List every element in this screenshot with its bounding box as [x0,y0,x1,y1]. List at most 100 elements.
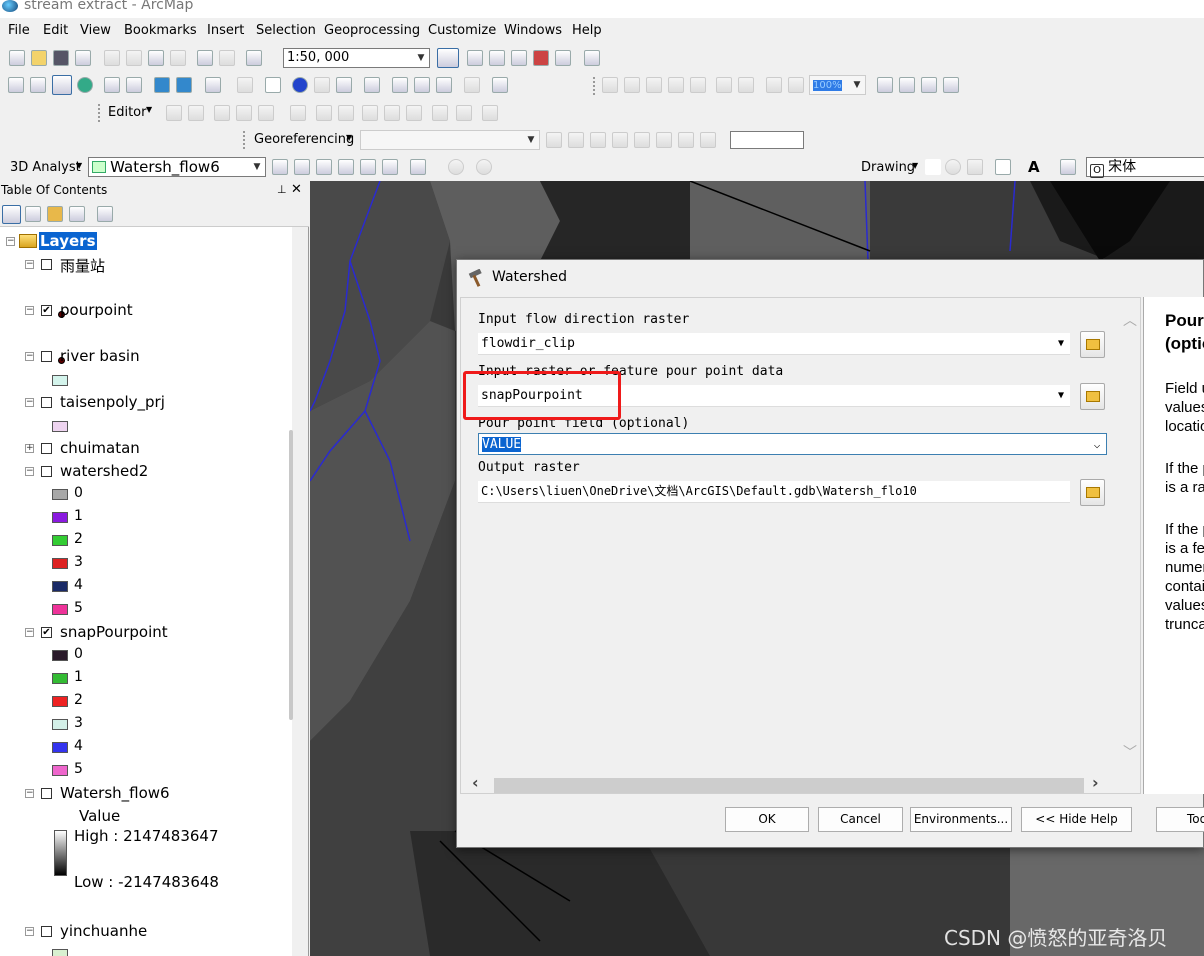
environments-button[interactable]: Environments... [910,807,1012,832]
browse-pour-point-button[interactable] [1080,383,1105,410]
menu-windows[interactable]: Windows [504,23,562,38]
layout-fixed-zoom-in-icon[interactable] [716,77,732,93]
toggle-draft-mode-icon[interactable] [877,77,893,93]
layer-visibility-checkbox[interactable] [41,351,52,362]
clear-selection-icon[interactable] [237,77,253,93]
collapse-icon[interactable]: − [25,306,34,315]
toolbar-grip[interactable] [98,104,102,122]
data-frame-name[interactable]: Layers [39,232,97,250]
collapse-icon[interactable]: − [25,927,34,936]
layout-back-icon[interactable] [766,77,782,93]
layer-row-watershed2[interactable]: − watershed2 [0,460,290,483]
go-to-xy-icon[interactable] [436,77,452,93]
menu-edit[interactable]: Edit [43,23,68,38]
list-by-visibility-icon[interactable] [47,206,63,222]
straight-segment-icon[interactable] [214,105,230,121]
select-elements-arrow-icon[interactable] [265,77,281,93]
layer-row-taisenpoly[interactable]: − taisenpoly_prj [0,391,290,414]
arcscene-icon[interactable] [448,159,464,175]
redo-icon[interactable] [219,50,235,66]
browse-flow-direction-button[interactable] [1080,331,1105,358]
layer-name[interactable]: river basin [60,347,140,365]
contour-icon[interactable] [272,159,288,175]
layer-row-pourpoint[interactable]: − ✔ pourpoint [0,299,290,322]
identify-icon[interactable] [292,77,308,93]
menu-file[interactable]: File [8,23,30,38]
collapse-icon[interactable]: − [25,398,34,407]
font-combo[interactable]: O 宋体 [1086,157,1204,178]
menu-insert[interactable]: Insert [207,23,244,38]
cut-icon[interactable] [104,50,120,66]
focus-data-frame-icon[interactable] [899,77,915,93]
options-icon[interactable] [97,206,113,222]
link-table-icon[interactable] [678,132,694,148]
paste-icon[interactable] [148,50,164,66]
full-extent-globe-icon[interactable] [77,77,93,93]
editor-menu[interactable]: Editor [108,105,146,120]
cut-polygons-icon[interactable] [362,105,378,121]
collapse-icon[interactable]: − [25,352,34,361]
html-popup-icon[interactable] [336,77,352,93]
edit-vertices-drawing-icon[interactable] [1060,159,1076,175]
data-frame-layers[interactable]: − Layers [0,230,290,253]
layer-row-watersh-flow6[interactable]: − Watersh_flow6 [0,782,290,805]
3d-analyst-menu[interactable]: 3D Analyst [10,160,81,175]
toc-scrollbar-thumb[interactable] [289,430,293,720]
zoom-in-icon[interactable] [8,77,24,93]
layer-name[interactable]: Watersh_flow6 [60,784,170,802]
hide-help-button[interactable]: << Hide Help [1021,807,1132,832]
layer-combo[interactable]: Watersh_flow6 ▼ [88,157,266,177]
end-point-arc-icon[interactable] [236,105,252,121]
viewer-icon[interactable] [656,132,672,148]
new-document-icon[interactable] [9,50,25,66]
sketch-properties-icon[interactable] [456,105,472,121]
trace-icon[interactable] [258,105,274,121]
close-icon[interactable]: ✕ [291,182,302,197]
hyperlink-icon[interactable] [314,77,330,93]
form-horizontal-scrollbar[interactable]: ‹ › [462,773,1120,795]
python-window-icon[interactable] [555,50,571,66]
catalog-icon[interactable] [489,50,505,66]
pour-point-field-combo[interactable]: VALUE ⌵ [478,433,1107,455]
interpolate-line-icon[interactable] [316,159,332,175]
toc-scrollbar[interactable] [292,227,308,956]
collapse-icon[interactable]: − [25,260,34,269]
toolbar-grip[interactable] [243,131,247,149]
create-features-icon[interactable] [482,105,498,121]
menu-geoprocessing[interactable]: Geoprocessing [324,23,420,38]
layer-visibility-checkbox[interactable] [41,397,52,408]
fixed-zoom-out-icon[interactable] [126,77,142,93]
rotate-dropdown-icon[interactable] [700,132,716,148]
layer-visibility-checkbox[interactable]: ✔ [41,627,52,638]
text-a-icon[interactable]: A [1028,158,1040,176]
print-icon[interactable] [75,50,91,66]
select-features-icon[interactable] [205,77,221,93]
layout-zoom-combo[interactable]: 100% ▼ [809,75,866,95]
menu-view[interactable]: View [80,23,111,38]
layer-name[interactable]: snapPourpoint [60,623,168,641]
copy-icon[interactable] [126,50,142,66]
layer-visibility-checkbox[interactable]: ✔ [41,305,52,316]
layer-row-snappourpoint[interactable]: − ✔ snapPourpoint [0,621,290,644]
georef-layer-combo[interactable]: ▼ [360,130,540,150]
layer-name[interactable]: yinchuanhe [60,922,147,940]
layout-fixed-zoom-out-icon[interactable] [738,77,754,93]
collapse-icon[interactable]: − [25,628,34,637]
point-icon[interactable] [290,105,306,121]
editor-toolbar-toggle-icon[interactable] [437,48,459,68]
open-folder-icon[interactable] [31,50,47,66]
scroll-left-icon[interactable]: ‹ [472,773,479,792]
time-slider-icon[interactable] [464,77,480,93]
select-elements-arrow-icon[interactable] [925,159,941,175]
add-control-points-icon[interactable] [590,132,606,148]
delete-icon[interactable] [170,50,186,66]
rotate-icon[interactable] [546,132,562,148]
scroll-right-icon[interactable]: › [1092,773,1099,792]
collapse-icon[interactable]: − [6,237,15,246]
change-layout-icon[interactable] [921,77,937,93]
layer-row-river-basin[interactable]: − river basin [0,345,290,368]
interpolate-point-icon[interactable] [338,159,354,175]
layer-visibility-checkbox[interactable] [41,788,52,799]
scroll-down-icon[interactable]: ﹀ [1123,742,1137,762]
layer-row-yuliangzhan[interactable]: − 雨量站 [0,253,290,276]
